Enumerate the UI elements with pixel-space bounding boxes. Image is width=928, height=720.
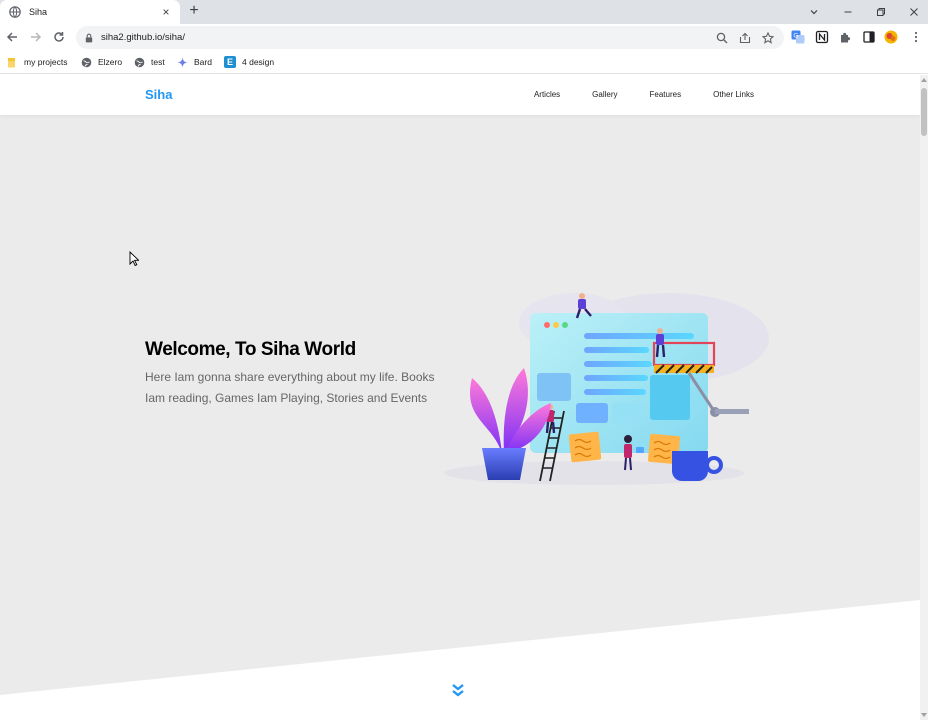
globe-icon [134,57,145,68]
nav-articles[interactable]: Articles [534,90,560,99]
nav-other-links[interactable]: Other Links [713,90,754,99]
sparkle-icon [177,57,188,68]
new-tab-button[interactable]: + [186,2,202,19]
site-header: Siha Articles Gallery Features Other Lin… [0,75,920,115]
folder-icon [7,57,18,68]
forward-arrow-icon[interactable] [28,29,44,45]
bookmarks-bar: my projects Elzero test Bard E 4 design [0,51,928,74]
site-logo[interactable]: Siha [145,87,172,102]
url-text[interactable]: siha2.github.io/siha/ [101,32,715,43]
mouse-cursor-icon [129,251,139,267]
bookmark-elzero[interactable]: Elzero [81,55,122,69]
page-scrollbar[interactable] [920,75,928,720]
tab-siha[interactable]: Siha × [0,0,180,24]
e-logo-icon: E [224,56,236,68]
close-window-icon[interactable] [906,4,922,20]
share-icon[interactable] [738,31,752,45]
globe-icon [81,57,92,68]
hero-description: Here Iam gonna share everything about my… [145,370,435,405]
nav-gallery[interactable]: Gallery [592,90,617,99]
hero-title: Welcome, To Siha World [145,339,356,360]
minimize-icon[interactable] [840,4,856,20]
profile-avatar-icon[interactable] [884,30,898,44]
nav-features[interactable]: Features [650,90,682,99]
hero-text: Welcome, To Siha World Here Iam gonna sh… [145,339,435,409]
notion-extension-icon[interactable] [815,30,829,44]
bookmark-test[interactable]: test [134,55,165,69]
svg-text:G: G [793,32,798,40]
bookmark-my-projects[interactable]: my projects [7,55,67,69]
hero-illustration [444,293,769,485]
bookmark-star-icon[interactable] [761,31,775,45]
bookmark-bard[interactable]: Bard [177,55,212,69]
browser-toolbar: siha2.github.io/siha/ G [0,24,928,51]
tab-search-icon[interactable] [806,4,822,20]
scroll-down-arrow-icon[interactable] [921,713,927,717]
extensions-puzzle-icon[interactable] [839,30,853,44]
main-nav: Articles Gallery Features Other Links [534,90,754,99]
zoom-icon[interactable] [715,31,729,45]
lock-icon[interactable] [84,33,94,43]
menu-kebab-icon[interactable] [909,30,923,44]
bookmark-4-design[interactable]: E 4 design [224,55,274,69]
address-bar[interactable]: siha2.github.io/siha/ [76,26,784,49]
scroll-up-arrow-icon[interactable] [921,78,927,82]
translate-extension-icon[interactable]: G [791,30,805,44]
side-panel-icon[interactable] [862,30,876,44]
tab-strip: Siha × + [0,0,928,24]
back-arrow-icon[interactable] [4,29,20,45]
scrollbar-thumb[interactable] [921,88,927,136]
tab-title: Siha [29,7,48,17]
restore-icon[interactable] [873,4,889,20]
page-viewport: Siha Articles Gallery Features Other Lin… [0,75,920,720]
reload-icon[interactable] [51,29,67,45]
close-icon[interactable]: × [159,5,173,19]
globe-icon [9,6,21,18]
scroll-down-chevrons-icon[interactable] [450,681,465,699]
